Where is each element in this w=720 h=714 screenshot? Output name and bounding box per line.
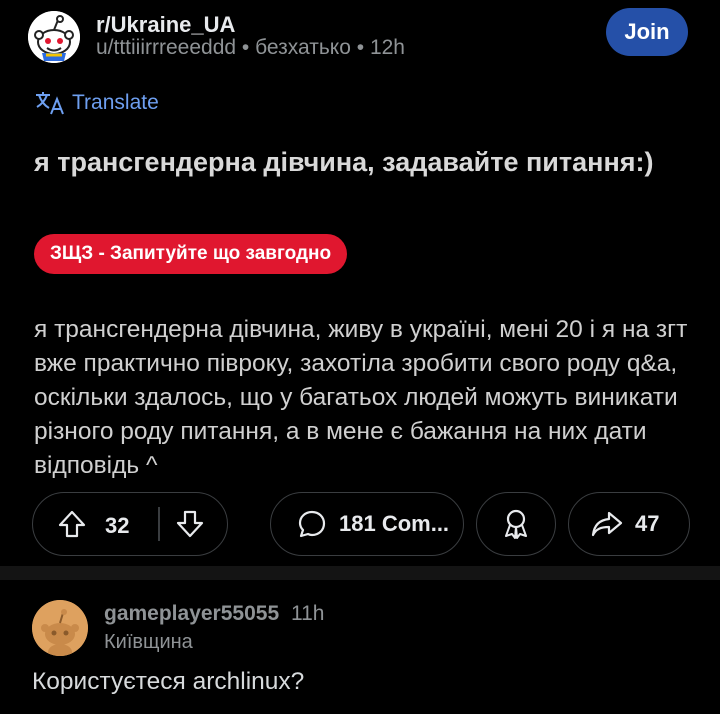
vote-divider	[158, 507, 160, 541]
post-actions: 32 181 Com... 47	[32, 492, 692, 558]
post-author[interactable]: u/tttiiirrreeeddd	[96, 36, 236, 59]
author-flair: безхатько	[255, 36, 351, 59]
post-flair[interactable]: ЗЩЗ - Запитуйте що завгодно	[34, 234, 348, 274]
snoo-avatar-icon	[32, 600, 88, 656]
meta-dot: •	[241, 36, 256, 59]
subreddit-name[interactable]: r/Ukraine_UA	[96, 12, 235, 38]
post-header: r/Ukraine_UA u/tttiiirrreeeddd • безхать…	[28, 8, 698, 64]
subreddit-avatar[interactable]	[28, 11, 80, 63]
post-time: 12h	[369, 36, 405, 59]
award-button[interactable]	[476, 492, 556, 556]
snoo-icon	[28, 11, 80, 63]
post-title[interactable]: я трансгендерна дівчина, задавайте питан…	[34, 144, 684, 181]
comment-author-row: gameplayer55055 11h	[104, 602, 324, 626]
comment-time: 11h	[290, 602, 325, 625]
comment-icon	[298, 510, 326, 538]
join-button[interactable]: Join	[606, 8, 688, 56]
share-icon	[591, 511, 623, 537]
comments-button[interactable]: 181 Com...	[270, 492, 464, 556]
section-divider	[0, 566, 720, 580]
comment-card: gameplayer55055 11h Київщина Користуєтес…	[0, 580, 720, 714]
meta-dot: •	[356, 36, 370, 59]
upvote-button[interactable]	[57, 509, 87, 545]
upvote-icon	[58, 510, 86, 538]
post-card: r/Ukraine_UA u/tttiiirrreeeddd • безхать…	[0, 0, 720, 566]
share-button[interactable]: 47	[568, 492, 690, 556]
comment-text: Користуєтеся archlinux?	[32, 668, 305, 695]
vote-control: 32	[32, 492, 228, 556]
comment-avatar[interactable]	[32, 600, 88, 656]
comment-username[interactable]: gameplayer55055	[104, 602, 279, 625]
award-icon	[505, 509, 527, 539]
post-body: я трансгендерна дівчина, живу в україні,…	[34, 316, 688, 479]
downvote-icon	[176, 510, 204, 538]
translate-link[interactable]: Translate	[34, 88, 159, 118]
comments-count: 181 Com...	[339, 511, 450, 536]
downvote-button[interactable]	[175, 509, 205, 545]
translate-label: Translate	[72, 91, 159, 114]
comment-user-flair: Київщина	[104, 631, 193, 653]
vote-count: 32	[105, 513, 130, 538]
share-count: 47	[635, 511, 660, 536]
translate-icon	[36, 92, 64, 115]
post-meta: u/tttiiirrreeeddd • безхатько • 12h	[96, 36, 405, 60]
